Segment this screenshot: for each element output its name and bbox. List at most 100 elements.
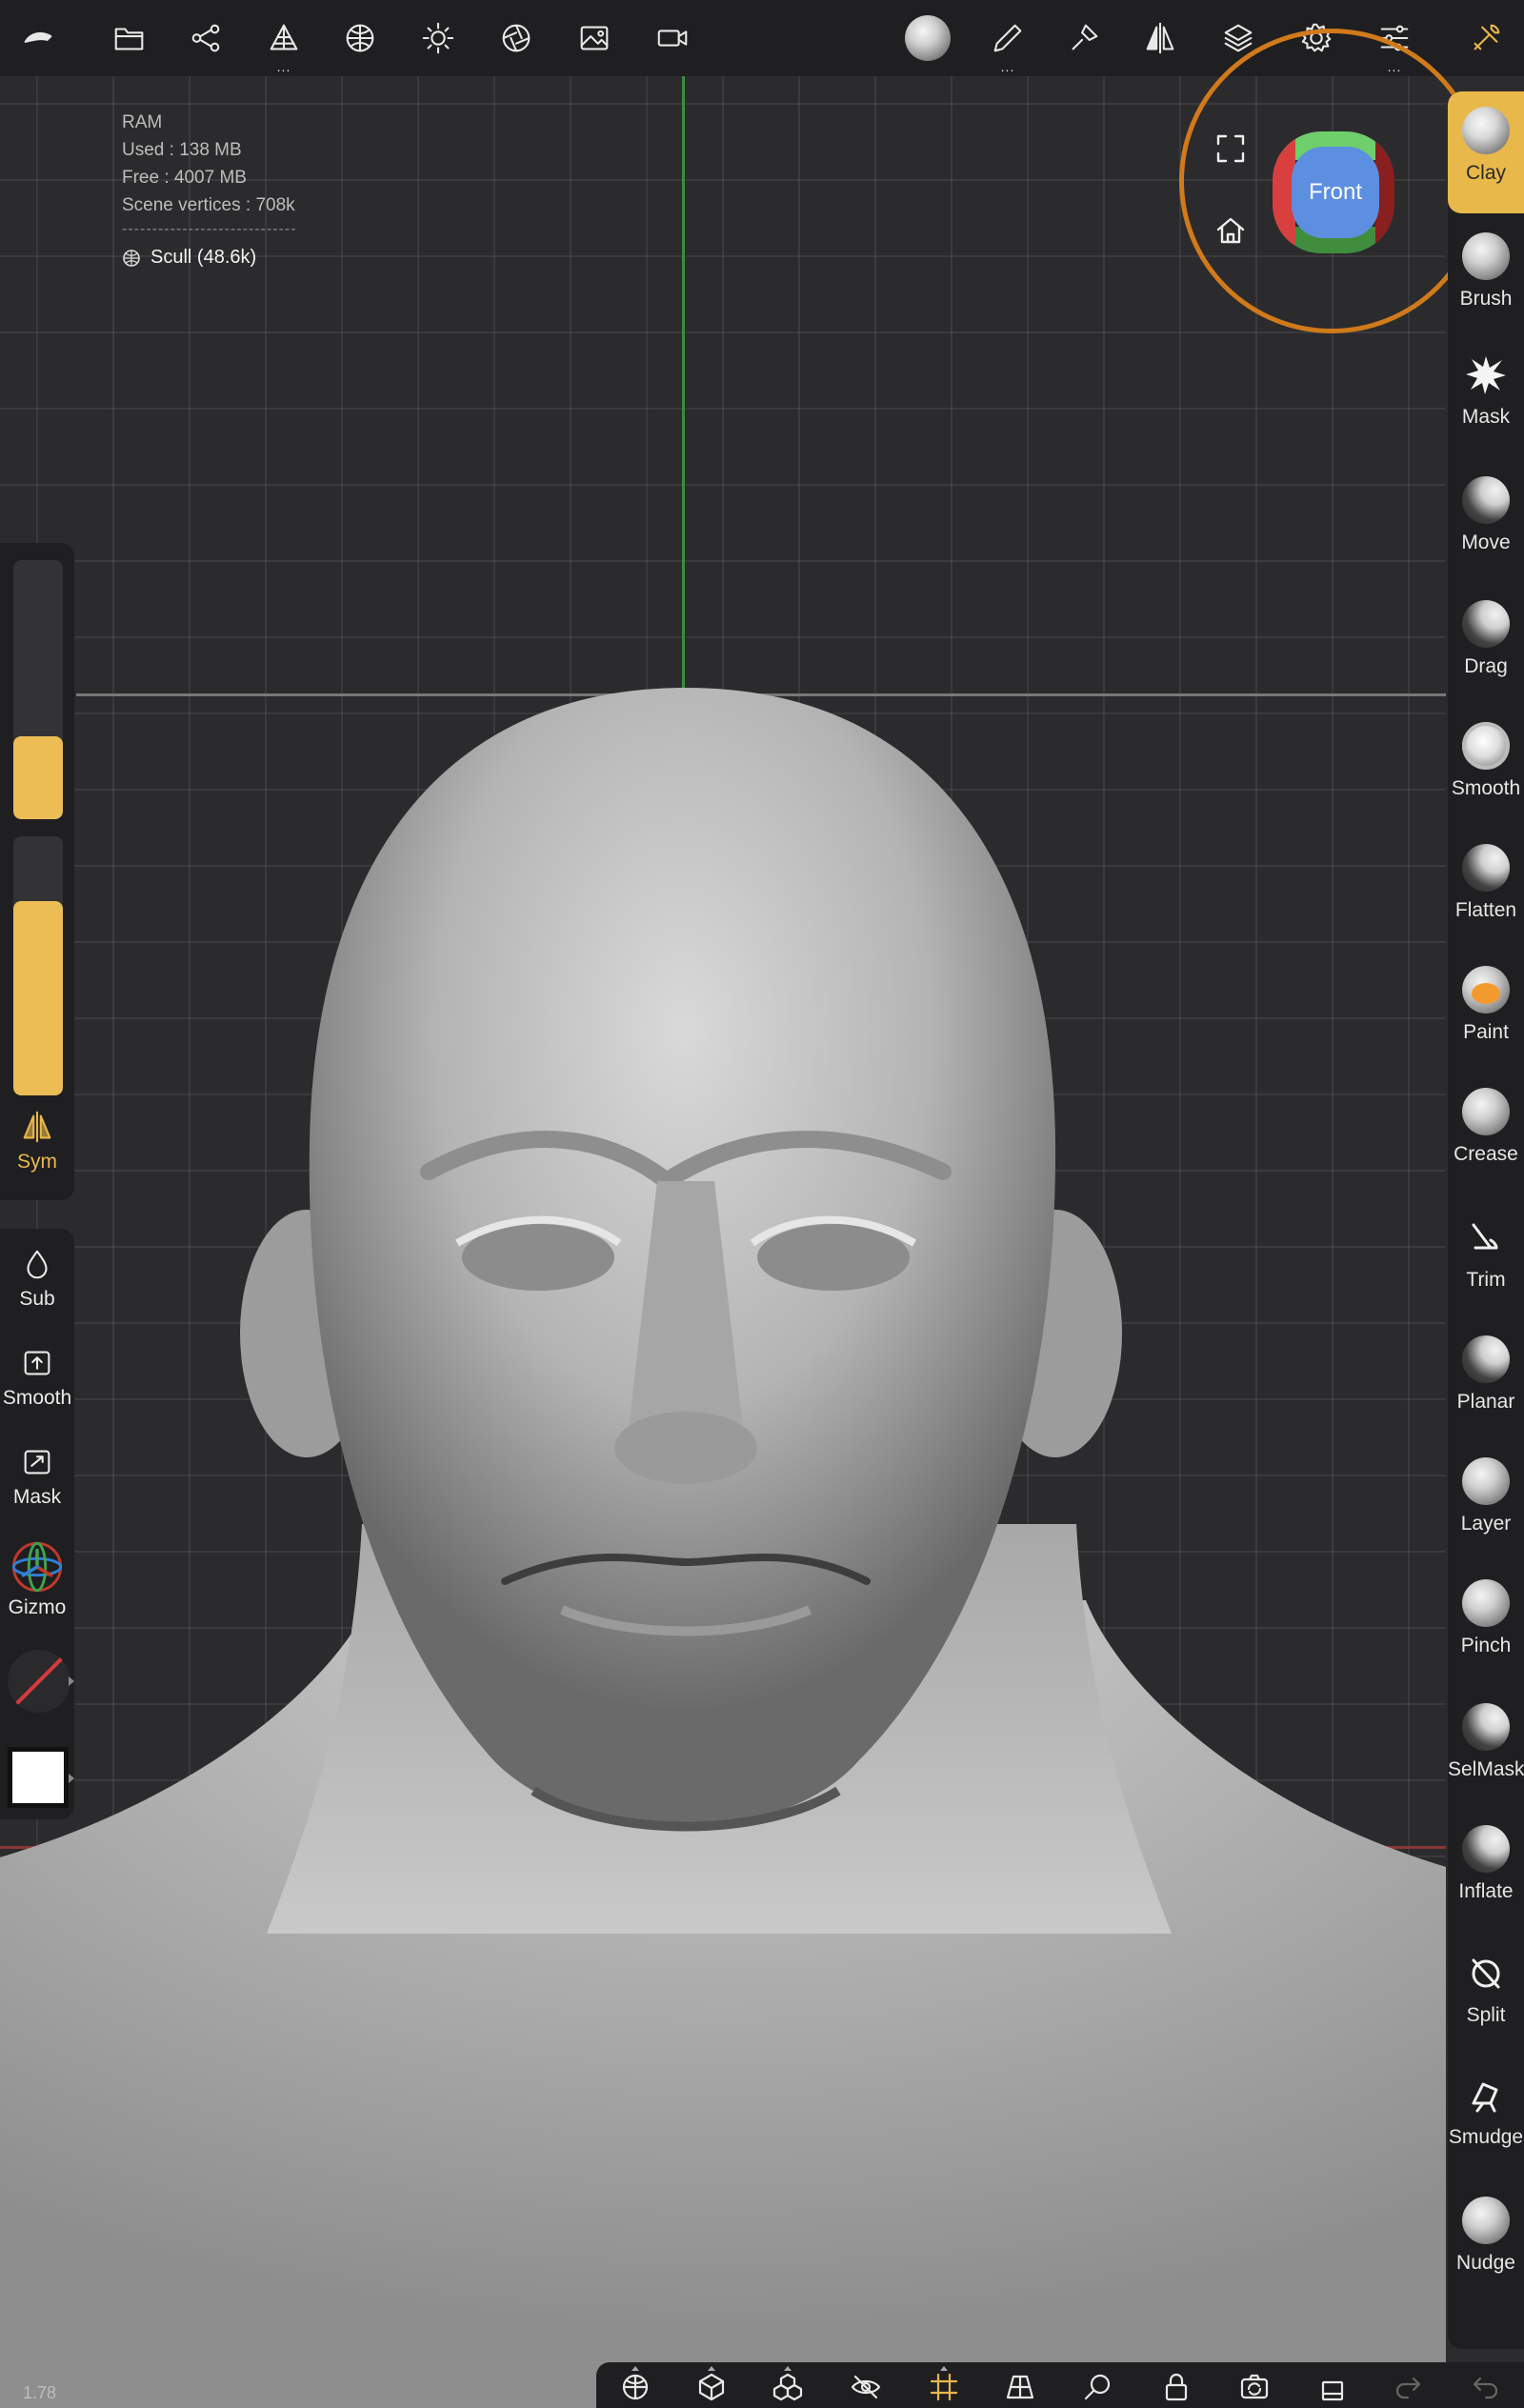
stroke-swatch-expand-icon	[69, 1676, 74, 1686]
radius-slider-fill	[13, 735, 63, 819]
color-swatch-expand-icon	[69, 1774, 74, 1783]
tool-label: Trim	[1466, 1269, 1506, 1291]
tool-smooth[interactable]: Smooth	[1448, 707, 1524, 829]
tool-planar[interactable]: Planar	[1448, 1320, 1524, 1442]
video-camera-icon[interactable]	[648, 13, 697, 63]
tool-mask[interactable]: Mask	[1448, 335, 1524, 457]
sculpted-head-model[interactable]	[0, 76, 1446, 2408]
planar-brush-icon	[1462, 1335, 1510, 1383]
symmetry-toggle[interactable]: Sym	[0, 1109, 74, 1174]
ram-used: Used : 138 MB	[122, 140, 242, 160]
undo-icon[interactable]	[1465, 2368, 1505, 2406]
intensity-slider[interactable]	[13, 836, 63, 1095]
tool-move[interactable]: Move	[1448, 461, 1524, 583]
lock-icon[interactable]	[1156, 2368, 1196, 2406]
topology-sphere-icon[interactable]	[335, 13, 385, 63]
camera-reset-icon[interactable]	[1234, 2368, 1274, 2406]
redo-icon[interactable]	[1389, 2368, 1429, 2406]
camera-aperture-icon[interactable]	[491, 13, 541, 63]
wireframe-view-icon[interactable]	[615, 2368, 655, 2406]
hide-eye-icon[interactable]	[846, 2368, 886, 2406]
mask-shortcut-label: Mask	[12, 1486, 62, 1508]
perspective-grid-icon[interactable]	[1000, 2368, 1040, 2406]
brush-icon	[1462, 232, 1510, 280]
tool-label: Smudge	[1448, 2126, 1524, 2148]
crease-brush-icon	[1462, 1088, 1510, 1135]
mesh-entry[interactable]: Scull (48.6k)	[122, 244, 297, 271]
tool-flatten[interactable]: Flatten	[1448, 829, 1524, 951]
tool-label: Paint	[1463, 1021, 1509, 1043]
tool-label: Nudge	[1456, 2252, 1515, 2274]
tool-label: Planar	[1456, 1391, 1515, 1413]
multiresolution-icon[interactable]	[259, 13, 309, 63]
selmask-icon	[1462, 1703, 1510, 1751]
lighting-sun-icon[interactable]	[413, 13, 463, 63]
clay-brush-icon	[1462, 107, 1510, 154]
inflate-brush-icon	[1462, 1825, 1510, 1873]
tool-smudge[interactable]: Smudge	[1448, 2056, 1524, 2177]
split-icon	[1462, 1949, 1510, 1997]
tools-wrench-icon[interactable]	[1461, 13, 1511, 63]
view-cube[interactable]: Front	[1273, 131, 1394, 253]
tool-inflate[interactable]: Inflate	[1448, 1810, 1524, 1932]
search-icon[interactable]	[1078, 2368, 1118, 2406]
tool-split[interactable]: Split	[1448, 1934, 1524, 2056]
history-panel-icon[interactable]	[1313, 2368, 1353, 2406]
tool-drag[interactable]: Drag	[1448, 585, 1524, 707]
mesh-name: Scull (48.6k)	[150, 247, 257, 268]
tool-crease[interactable]: Crease	[1448, 1073, 1524, 1194]
tool-brush[interactable]: Brush	[1448, 217, 1524, 339]
stroke-color-swatch[interactable]	[8, 1650, 70, 1713]
symmetry-icon[interactable]	[1135, 13, 1185, 63]
scene-graph-icon[interactable]	[181, 13, 231, 63]
open-file-icon[interactable]	[105, 13, 154, 63]
tool-nudge[interactable]: Nudge	[1448, 2181, 1524, 2303]
paint-brush-icon	[1462, 966, 1510, 1013]
flatten-brush-icon	[1462, 844, 1510, 892]
smooth-shortcut-label: Smooth	[2, 1387, 72, 1409]
stroke-settings-icon[interactable]	[983, 13, 1033, 63]
move-brush-icon	[1462, 476, 1510, 524]
grid-hash-icon[interactable]	[924, 2368, 964, 2406]
smooth-shortcut[interactable]: Smooth	[0, 1345, 74, 1410]
ram-free: Free : 4007 MB	[122, 168, 247, 188]
trim-icon	[1462, 1214, 1510, 1261]
home-icon[interactable]	[1210, 210, 1252, 251]
mask-shortcut[interactable]: Mask	[0, 1444, 74, 1509]
tool-label: SelMask	[1448, 1758, 1524, 1780]
tool-label: Pinch	[1460, 1635, 1512, 1656]
app-menu-icon[interactable]	[13, 13, 63, 63]
tool-label: Clay	[1465, 162, 1506, 184]
material-sphere-icon[interactable]	[903, 13, 952, 63]
layer-brush-icon	[1462, 1457, 1510, 1505]
tool-layer[interactable]: Layer	[1448, 1442, 1524, 1564]
tool-paint[interactable]: Paint	[1448, 951, 1524, 1073]
3d-viewport[interactable]	[0, 76, 1446, 2408]
tool-selmask[interactable]: SelMask	[1448, 1688, 1524, 1810]
matcap-sphere-icon[interactable]	[692, 2368, 732, 2406]
voxel-cubes-icon[interactable]	[768, 2368, 808, 2406]
tool-pinch[interactable]: Pinch	[1448, 1564, 1524, 1686]
fullscreen-icon[interactable]	[1210, 128, 1252, 170]
tool-label: Drag	[1464, 655, 1508, 677]
tool-trim[interactable]: Trim	[1448, 1198, 1524, 1320]
paint-color-swatch[interactable]	[8, 1747, 69, 1808]
intensity-slider-fill	[13, 901, 63, 1095]
gizmo-label: Gizmo	[8, 1596, 67, 1618]
mask-splat-icon	[1462, 351, 1510, 398]
smooth-shortcut-icon	[24, 1351, 50, 1375]
ram-title: RAM	[122, 112, 163, 132]
info-separator: -----------------------------	[122, 221, 297, 237]
subtract-toggle[interactable]: Sub	[0, 1246, 74, 1311]
symmetry-label: Sym	[17, 1151, 57, 1173]
radius-slider[interactable]	[13, 560, 63, 819]
painting-icon[interactable]	[1059, 13, 1109, 63]
mesh-sphere-icon	[123, 249, 140, 267]
drag-brush-icon	[1462, 600, 1510, 648]
tool-clay[interactable]: Clay	[1448, 91, 1524, 213]
tool-label: Flatten	[1454, 899, 1517, 921]
view-cube-front-face[interactable]: Front	[1292, 147, 1379, 238]
background-image-icon[interactable]	[570, 13, 619, 63]
smooth-brush-icon	[1462, 722, 1510, 770]
gizmo-toggle[interactable]: Gizmo	[0, 1539, 74, 1619]
